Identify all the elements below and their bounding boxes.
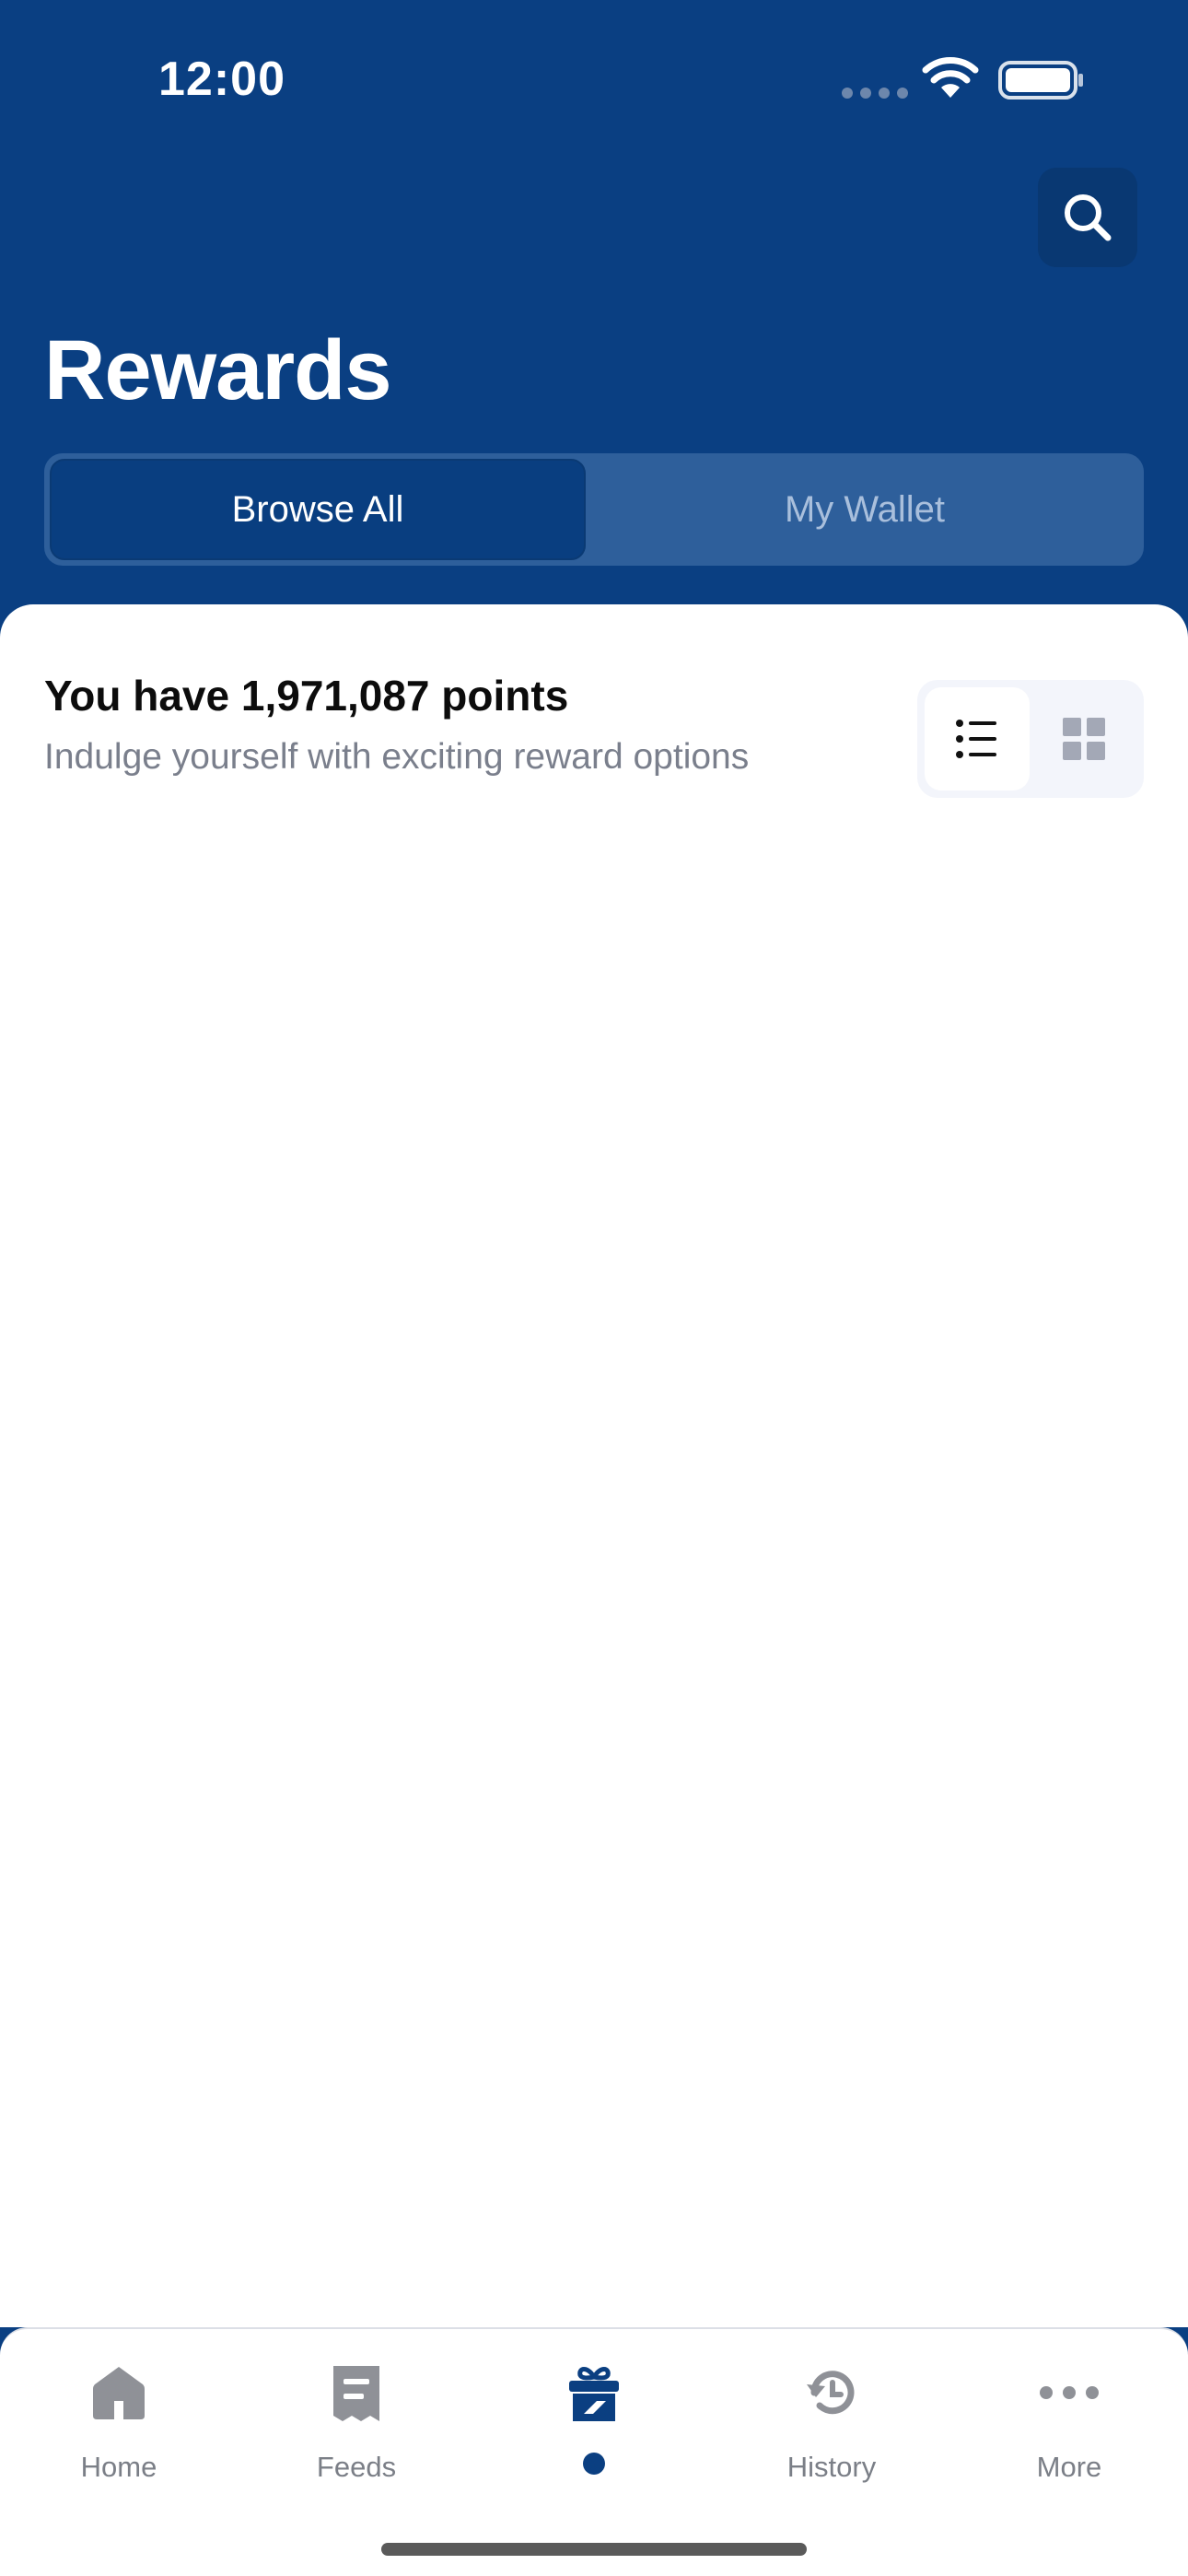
tab-label-history: History — [786, 2451, 877, 2483]
tab-rewards[interactable] — [475, 2329, 713, 2513]
status-time: 12:00 — [158, 53, 285, 106]
battery-icon — [998, 61, 1083, 100]
tab-more[interactable]: More — [950, 2329, 1188, 2513]
home-indicator — [381, 2543, 807, 2556]
segmented-control: Browse All My Wallet — [44, 453, 1144, 566]
history-icon — [807, 2371, 855, 2415]
grid-view-icon — [1063, 718, 1105, 760]
points-subtitle: Indulge yourself with exciting reward op… — [44, 737, 750, 777]
list-view-button[interactable] — [925, 687, 1030, 790]
page-title: Rewards — [44, 323, 391, 417]
tab-label-home: Home — [80, 2451, 157, 2483]
home-icon — [93, 2367, 145, 2419]
tab-history[interactable]: History — [713, 2329, 950, 2513]
tab-my-wallet[interactable]: My Wallet — [591, 459, 1138, 560]
active-tab-indicator — [583, 2453, 605, 2475]
tab-feeds[interactable]: Feeds — [238, 2329, 475, 2513]
tab-bar: Home Feeds History More — [0, 2327, 1188, 2576]
search-icon — [1065, 194, 1112, 241]
grid-view-button[interactable] — [1031, 687, 1136, 790]
tab-label-more: More — [1036, 2451, 1102, 2483]
gift-icon — [569, 2367, 619, 2421]
list-view-icon — [956, 720, 996, 758]
wifi-icon — [922, 57, 979, 98]
view-toggle — [917, 680, 1144, 798]
feeds-icon — [333, 2366, 379, 2421]
content-sheet: You have 1,971,087 points Indulge yourse… — [0, 604, 1188, 2327]
points-balance: You have 1,971,087 points — [44, 672, 569, 720]
search-button[interactable] — [1038, 168, 1137, 267]
more-icon — [1040, 2386, 1099, 2399]
cellular-signal-icon — [842, 88, 908, 99]
tab-browse-all[interactable]: Browse All — [50, 459, 586, 560]
tab-label-feeds: Feeds — [316, 2451, 397, 2483]
tab-home[interactable]: Home — [0, 2329, 238, 2513]
